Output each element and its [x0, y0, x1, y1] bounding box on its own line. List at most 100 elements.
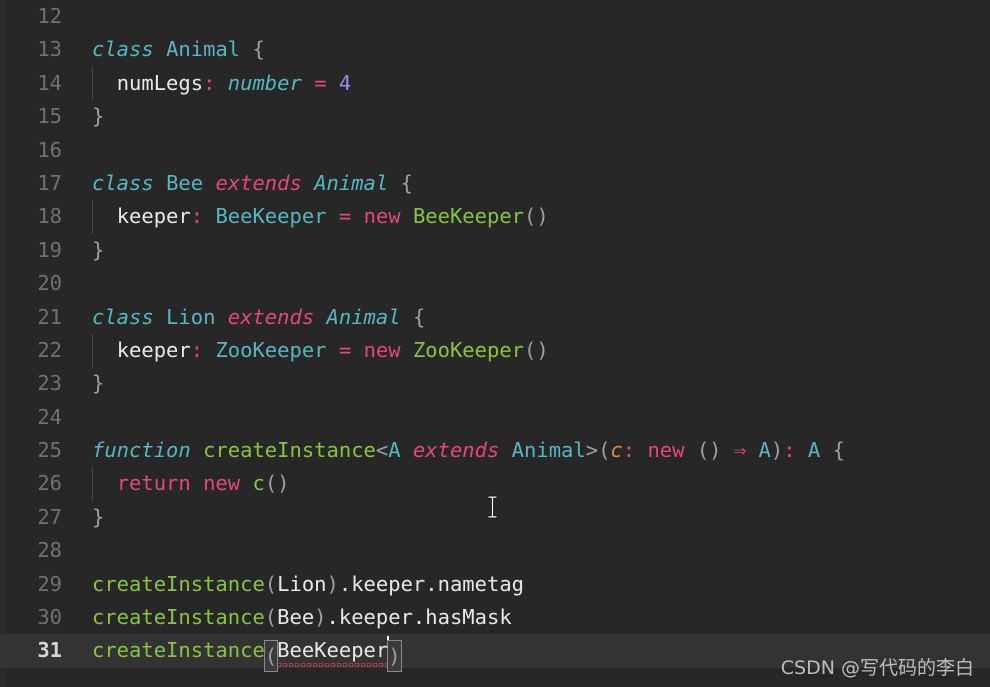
code-line[interactable]: 16 [0, 134, 990, 167]
code-token: Animal [511, 438, 586, 463]
line-number: 29 [37, 571, 62, 596]
code-token: () [264, 471, 290, 496]
code-line[interactable]: 23} [0, 367, 990, 400]
line-number: 30 [37, 605, 62, 630]
code-token: Bee [166, 170, 204, 195]
code-token: : [190, 204, 204, 229]
code-line[interactable]: 14 numLegs: number = 4 [0, 66, 990, 101]
code-token: new [363, 337, 401, 362]
code-text[interactable]: return new c() [92, 467, 290, 500]
code-editor[interactable]: 12 13 class Animal {14 numLegs: number = 4… [0, 0, 990, 687]
code-text[interactable]: class Lion extends Animal { [92, 301, 425, 334]
code-text[interactable]: createInstance(Lion).keeper.nametag [92, 568, 524, 601]
code-token: function [92, 438, 191, 463]
code-token: ZooKeeper [412, 337, 525, 362]
line-number: 18 [37, 204, 62, 229]
line-number: 17 [37, 170, 62, 195]
code-line[interactable]: 15} [0, 100, 990, 133]
code-line[interactable]: 17 class Bee extends Animal { [0, 167, 990, 200]
line-number: 31 [37, 638, 62, 663]
code-token: } [92, 371, 105, 396]
line-number: 28 [37, 538, 62, 563]
code-line[interactable]: 13 class Animal { [0, 33, 990, 66]
code-token: ) [326, 571, 339, 596]
code-token: } [92, 104, 105, 129]
code-token: nametag [437, 571, 525, 596]
code-text[interactable]: } [92, 367, 104, 400]
code-token: : [190, 337, 204, 362]
line-number: 27 [37, 504, 62, 529]
code-token: = [338, 204, 352, 229]
code-lines-container[interactable]: 12 13 class Animal {14 numLegs: number = 4… [0, 0, 990, 673]
line-number: 20 [37, 271, 62, 296]
code-line[interactable]: 28 [0, 534, 990, 567]
code-line[interactable]: 25 function createInstance<A extends Anim… [0, 434, 990, 467]
code-token: () [524, 337, 549, 362]
code-text[interactable]: } [92, 501, 104, 534]
code-text[interactable]: createInstance(BeeKeeper) [92, 634, 402, 673]
code-token: ( [264, 571, 278, 596]
code-line[interactable]: 24 [0, 401, 990, 434]
code-line[interactable]: 20 [0, 267, 990, 300]
code-token: Lion [277, 571, 327, 596]
code-token: class [92, 37, 154, 62]
code-text[interactable]: keeper: BeeKeeper = new BeeKeeper() [92, 200, 549, 233]
code-token: createInstance [92, 605, 265, 630]
code-text[interactable]: createInstance(Bee).keeper.hasMask [92, 601, 512, 634]
code-text[interactable]: } [92, 234, 104, 267]
code-line[interactable]: 22 keeper: ZooKeeper = new ZooKeeper() [0, 333, 990, 368]
code-token: new [647, 438, 685, 463]
code-token: Bee [277, 605, 315, 630]
code-token: extends [412, 438, 500, 463]
code-text[interactable]: } [92, 100, 104, 133]
code-token: } [92, 504, 105, 529]
code-text[interactable]: keeper: ZooKeeper = new ZooKeeper() [92, 334, 549, 367]
bracket-match-highlight: ( [263, 640, 279, 673]
line-number: 15 [37, 104, 62, 129]
code-token: Animal [166, 37, 241, 62]
code-line[interactable]: 30 createInstance(Bee).keeper.hasMask [0, 601, 990, 634]
code-line[interactable]: 27} [0, 501, 990, 534]
code-line[interactable]: 18 keeper: BeeKeeper = new BeeKeeper() [0, 200, 990, 234]
code-line[interactable]: 12 [0, 0, 990, 33]
code-text[interactable]: class Animal { [92, 33, 265, 66]
line-number: 12 [37, 4, 62, 28]
code-token: createInstance [92, 571, 265, 596]
code-token: { [412, 304, 426, 329]
csdn-watermark: CSDN @写代码的李白 [780, 657, 974, 679]
code-token: A [388, 438, 401, 463]
code-token: . [326, 605, 339, 630]
line-number: 25 [37, 438, 62, 463]
code-text[interactable]: class Bee extends Animal { [92, 167, 413, 200]
code-token: createInstance [92, 638, 265, 663]
code-token: . [412, 605, 426, 630]
code-token: : [783, 438, 796, 463]
code-line[interactable]: 26 return new c() [0, 467, 990, 501]
code-token: BeeKeeper [215, 204, 327, 229]
code-line[interactable]: 29 createInstance(Lion).keeper.nametag [0, 568, 990, 601]
code-text[interactable]: function createInstance<A extends Animal… [92, 434, 845, 467]
code-text[interactable]: numLegs: number = 4 [92, 67, 352, 100]
code-line[interactable]: 21 class Lion extends Animal { [0, 301, 990, 334]
line-number: 13 [37, 37, 62, 62]
code-token: BeeKeeper [412, 204, 525, 229]
code-token: = [338, 337, 352, 362]
code-token: numLegs [116, 70, 204, 95]
code-token: keeper [116, 204, 191, 229]
code-line[interactable]: 19} [0, 234, 990, 267]
